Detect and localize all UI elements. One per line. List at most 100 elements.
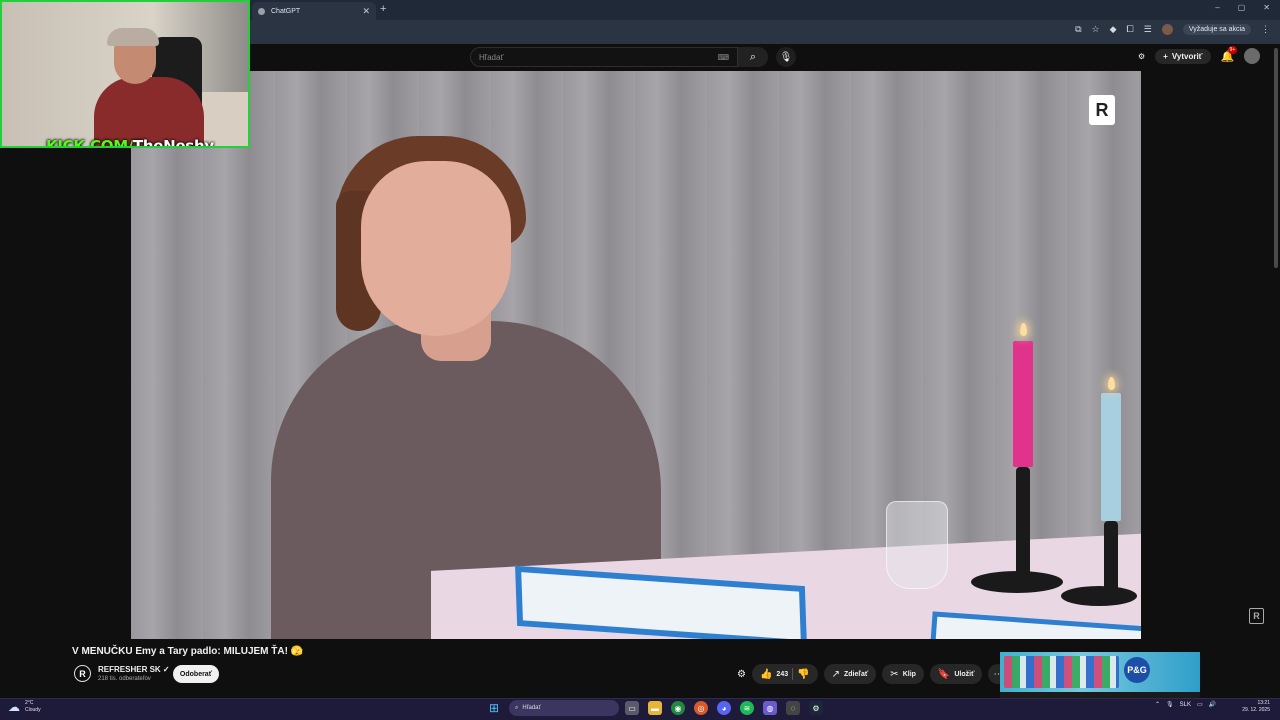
clip-icon: ✂ xyxy=(890,668,899,680)
update-button[interactable]: Vyžaduje sa akcia xyxy=(1182,24,1251,35)
avatar[interactable] xyxy=(1244,48,1261,64)
weather-widget[interactable]: ☁ 2°C Cloudy xyxy=(8,700,41,714)
tab-search-icon[interactable]: ☰ xyxy=(1144,24,1152,35)
steam-icon[interactable]: ⚙ xyxy=(809,701,823,715)
video-person-face xyxy=(361,161,511,336)
mic-tray-icon[interactable]: 🎙 xyxy=(1166,701,1174,708)
new-tab-button[interactable]: + xyxy=(380,3,386,15)
spotify-icon[interactable]: ≋ xyxy=(740,701,754,715)
browser-tab[interactable]: ChatGPT ✕ xyxy=(252,2,376,20)
puzzle-icon[interactable]: ⧠ xyxy=(1127,24,1134,35)
like-count[interactable]: 243 xyxy=(776,671,788,678)
flame-icon-second xyxy=(1108,377,1115,390)
system-tray: ⌃ 🎙 SLK ▭ 🔊 xyxy=(1155,701,1216,709)
share-icon: ↗ xyxy=(831,668,840,680)
search-input[interactable]: Hľadať ⌨ xyxy=(470,47,738,67)
bookmark-star-icon[interactable]: ☆ xyxy=(1092,24,1100,35)
save-label: Uložiť xyxy=(954,670,975,678)
gear-icon[interactable]: ⚙ xyxy=(737,669,746,680)
share-button[interactable]: ↗ Zdieľať xyxy=(823,664,877,684)
weather-temp: 2°C xyxy=(25,700,34,706)
close-icon[interactable]: ✕ xyxy=(362,6,370,17)
video-glass xyxy=(886,501,948,589)
tab-favicon-icon xyxy=(258,7,265,15)
windows-start-icon[interactable]: ⊞ xyxy=(489,701,499,715)
create-button[interactable]: + Vytvoriť xyxy=(1155,48,1211,64)
gear-icon[interactable]: ⚙ xyxy=(1138,52,1145,61)
subscribe-button[interactable]: Odoberať xyxy=(173,665,219,683)
pink-candle xyxy=(1013,341,1033,467)
channel-watermark-logo: R xyxy=(1089,95,1115,125)
candle-holder-stem xyxy=(1016,467,1030,577)
share-label: Zdieľať xyxy=(843,670,869,678)
file-explorer-icon[interactable]: ▬ xyxy=(648,701,662,715)
video-title: V MENUČKU Emy a Tary padlo: MILUJEM ŤA! … xyxy=(72,646,304,657)
install-icon[interactable]: ⧉ xyxy=(1075,24,1081,35)
language-indicator[interactable]: SLK xyxy=(1180,702,1191,708)
like-divider xyxy=(792,668,794,680)
save-button[interactable]: 🔖 Uložiť xyxy=(929,664,983,684)
extension-icon[interactable]: ◆ xyxy=(1110,24,1117,35)
like-icon[interactable]: 👍 xyxy=(760,669,772,680)
mic-button[interactable]: 🎙 xyxy=(776,47,796,67)
weather-desc: Cloudy xyxy=(25,707,41,713)
ad-banner[interactable]: P&G xyxy=(1000,652,1200,692)
chevron-up-icon[interactable]: ⌃ xyxy=(1155,701,1160,708)
save-icon: 🔖 xyxy=(937,668,951,680)
channel-corner-logo[interactable]: R xyxy=(1249,608,1264,624)
clock-time: 13:21 xyxy=(1257,700,1270,706)
kick-site: KICK.COM/ xyxy=(46,137,133,148)
search-button[interactable]: ⌕ xyxy=(738,47,768,67)
mic-icon: 🎙 xyxy=(779,51,793,63)
taskbar-apps: ▭ ▬ ◉ ◎ ◕ ≋ ◍ ◌ ⚙ xyxy=(625,701,823,715)
blue-candle xyxy=(1101,393,1121,521)
candle-holder-base-second xyxy=(1061,586,1137,606)
video-player[interactable]: R xyxy=(131,71,1141,639)
scrollbar-thumb[interactable] xyxy=(1274,48,1278,268)
channel-avatar[interactable]: R xyxy=(74,665,91,682)
dislike-icon[interactable]: 👎 xyxy=(797,669,809,680)
kick-username: TheNeshy xyxy=(133,137,214,148)
tab-title: ChatGPT xyxy=(271,7,301,15)
search-icon: ⌕ xyxy=(515,704,519,711)
notifications-button[interactable]: 🔔 9+ xyxy=(1221,45,1238,63)
browser-alt-icon[interactable]: ◎ xyxy=(694,701,708,715)
candle-holder-base xyxy=(971,571,1063,593)
youtube-header-actions: ⚙ + Vytvoriť 🔔 9+ xyxy=(1138,45,1261,64)
notification-badge: 9+ xyxy=(1227,45,1238,54)
profile-avatar[interactable] xyxy=(1161,24,1173,35)
task-view-icon[interactable]: ▭ xyxy=(625,701,639,715)
minimize-button[interactable]: – xyxy=(1215,3,1219,12)
chrome-icon[interactable]: ◉ xyxy=(671,701,685,715)
kick-channel-label: KICK.COM/TheNeshy xyxy=(46,137,214,148)
ad-brand-logo: P&G xyxy=(1124,657,1150,683)
keyboard-icon[interactable]: ⌨ xyxy=(717,53,729,62)
steam-alt-icon[interactable]: ◌ xyxy=(786,701,800,715)
clip-button[interactable]: ✂ Klip xyxy=(882,664,924,684)
taskbar-clock[interactable]: 13:21 29. 12. 2025 xyxy=(1236,700,1270,714)
menu-dots-icon[interactable]: ⋮ xyxy=(1261,24,1270,35)
webcam-overlay: KICK.COM/TheNeshy xyxy=(0,0,250,148)
channel-name[interactable]: REFRESHER SK ✓ xyxy=(98,665,170,674)
video-actions: ⚙ 👍 243 👎 ↗ Zdieľať ✂ Klip 🔖 Uložiť ⋯ xyxy=(737,664,1009,684)
network-icon[interactable]: ▭ xyxy=(1197,701,1203,708)
create-label: Vytvoriť xyxy=(1171,51,1203,61)
like-dislike-group: 👍 243 👎 xyxy=(751,664,818,684)
webcam-person-cap xyxy=(107,28,159,46)
ad-product-image xyxy=(1004,656,1119,688)
maximize-button[interactable]: ▢ xyxy=(1238,3,1246,12)
create-icon: + xyxy=(1163,51,1168,61)
discord-icon[interactable]: ◕ xyxy=(717,701,731,715)
taskbar-search-placeholder: Hľadať xyxy=(522,705,541,711)
search-icon: ⌕ xyxy=(749,50,757,63)
taskbar-search-input[interactable]: ⌕ Hľadať xyxy=(509,700,619,716)
window-controls: – ▢ ✕ xyxy=(1215,3,1270,12)
clip-label: Klip xyxy=(902,670,916,678)
flame-icon xyxy=(1020,323,1027,336)
window-close-button[interactable]: ✕ xyxy=(1263,3,1270,12)
search-placeholder: Hľadať xyxy=(479,52,504,62)
volume-icon[interactable]: 🔊 xyxy=(1209,701,1216,708)
weather-icon: ☁ xyxy=(8,700,20,714)
obs-icon[interactable]: ◍ xyxy=(763,701,777,715)
clock-date: 29. 12. 2025 xyxy=(1242,707,1270,713)
